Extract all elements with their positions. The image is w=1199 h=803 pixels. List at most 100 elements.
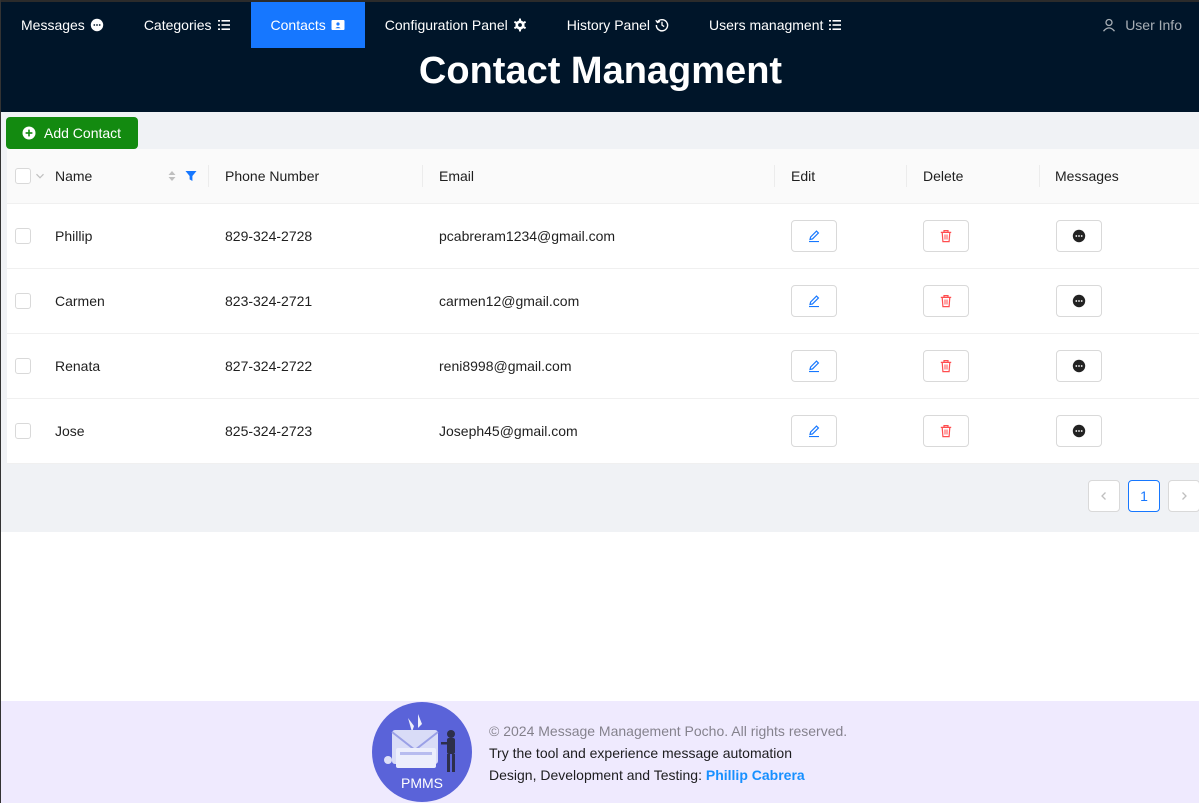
message-button[interactable] xyxy=(1056,350,1102,382)
edit-button[interactable] xyxy=(791,285,837,317)
nav-item-contacts[interactable]: Contacts xyxy=(250,2,365,48)
row-checkbox[interactable] xyxy=(15,423,31,439)
pencil-icon xyxy=(809,230,820,243)
column-header-email: Email xyxy=(439,168,475,184)
column-separator xyxy=(774,165,775,187)
footer-text-block: © 2024 Message Management Pocho. All rig… xyxy=(489,720,847,786)
delete-button[interactable] xyxy=(923,350,969,382)
column-header-name[interactable]: Name xyxy=(55,149,92,203)
table-row: Phillip 829-324-2728 pcabreram1234@gmail… xyxy=(7,204,1199,269)
trash-icon xyxy=(940,360,952,373)
pencil-icon xyxy=(809,425,820,438)
delete-button[interactable] xyxy=(923,415,969,447)
edit-button[interactable] xyxy=(791,220,837,252)
column-separator xyxy=(906,165,907,187)
sort-control[interactable] xyxy=(167,149,177,203)
edit-button[interactable] xyxy=(791,415,837,447)
column-header-edit: Edit xyxy=(791,168,816,184)
column-separator xyxy=(422,165,423,187)
add-contact-button[interactable]: Add Contact xyxy=(6,117,138,149)
main-nav: Messages Categories Contacts Configurati… xyxy=(1,2,1199,48)
chevron-down-icon[interactable] xyxy=(35,171,45,181)
user-info-menu[interactable]: User Info xyxy=(1102,2,1182,48)
chevron-right-icon xyxy=(1182,492,1187,500)
contacts-table: Name Phone Number Email Edit Delete Mess… xyxy=(7,149,1199,464)
pmms-logo: PMMS xyxy=(372,702,472,802)
column-header-delete: Delete xyxy=(923,168,964,184)
nav-item-label: Users managment xyxy=(709,17,824,33)
top-bar: Messages Categories Contacts Configurati… xyxy=(1,0,1199,112)
edit-button[interactable] xyxy=(791,350,837,382)
contact-email: carmen12@gmail.com xyxy=(439,293,580,309)
contact-phone: 829-324-2728 xyxy=(225,228,313,244)
plus-circle-icon xyxy=(22,126,36,140)
row-checkbox[interactable] xyxy=(15,228,31,244)
trash-icon xyxy=(940,295,952,308)
contact-name: Phillip xyxy=(55,228,93,244)
page-title: Contact Managment xyxy=(418,50,783,92)
contact-name: Renata xyxy=(55,358,101,374)
nav-item-label: Categories xyxy=(143,17,212,33)
page-number-button[interactable]: 1 xyxy=(1128,480,1160,512)
message-bubble-icon xyxy=(1072,294,1086,308)
nav-item-categories[interactable]: Categories xyxy=(124,2,251,48)
select-all-checkbox[interactable] xyxy=(15,168,31,184)
table-header-row: Name Phone Number Email Edit Delete Mess… xyxy=(7,149,1199,204)
contact-email: Joseph45@gmail.com xyxy=(439,423,578,439)
column-header-phone: Phone Number xyxy=(225,168,320,184)
gear-icon xyxy=(513,18,526,32)
delete-button[interactable] xyxy=(923,220,969,252)
content-area: Add Contact Name Phone Number Email Edit… xyxy=(1,112,1199,532)
nav-item-label: Messages xyxy=(21,17,85,33)
message-button[interactable] xyxy=(1056,220,1102,252)
message-button[interactable] xyxy=(1056,415,1102,447)
next-page-button[interactable] xyxy=(1168,480,1199,512)
contact-name: Jose xyxy=(55,423,85,439)
nav-item-label: Configuration Panel xyxy=(384,17,508,33)
logo-text: PMMS xyxy=(401,775,443,791)
footer-author-link[interactable]: Phillip Cabrera xyxy=(706,767,805,783)
contact-name: Carmen xyxy=(55,293,105,309)
message-bubble-icon xyxy=(90,18,104,32)
footer-credits: Design, Development and Testing: Phillip… xyxy=(489,764,847,786)
contact-email: reni8998@gmail.com xyxy=(439,358,572,374)
message-bubble-icon xyxy=(1072,424,1086,438)
pagination: 1 xyxy=(1088,480,1199,512)
pencil-icon xyxy=(809,295,820,308)
nav-item-configuration-panel[interactable]: Configuration Panel xyxy=(365,2,547,48)
user-icon xyxy=(1103,18,1116,32)
table-row: Renata 827-324-2722 reni8998@gmail.com xyxy=(7,334,1199,399)
history-icon xyxy=(655,18,669,32)
add-contact-label: Add Contact xyxy=(44,125,122,141)
nav-item-messages[interactable]: Messages xyxy=(1,2,124,48)
pencil-icon xyxy=(809,360,820,373)
sort-icon xyxy=(168,171,176,181)
footer: PMMS © 2024 Message Management Pocho. Al… xyxy=(1,701,1199,803)
trash-icon xyxy=(940,230,952,243)
row-checkbox[interactable] xyxy=(15,293,31,309)
nav-item-users-management[interactable]: Users managment xyxy=(689,2,862,48)
footer-tagline: Try the tool and experience message auto… xyxy=(489,745,792,761)
footer-credits-prefix: Design, Development and Testing: xyxy=(489,767,706,783)
trash-icon xyxy=(940,425,952,438)
footer-copyright: © 2024 Message Management Pocho. All rig… xyxy=(489,723,848,739)
prev-page-button[interactable] xyxy=(1088,480,1120,512)
message-bubble-icon xyxy=(1072,359,1086,373)
list-icon xyxy=(217,20,230,30)
filter-control[interactable] xyxy=(185,149,197,203)
chevron-left-icon xyxy=(1101,492,1106,500)
contact-phone: 823-324-2721 xyxy=(225,293,313,309)
user-info-label: User Info xyxy=(1125,17,1182,33)
nav-item-history-panel[interactable]: History Panel xyxy=(547,2,689,48)
contact-card-icon xyxy=(331,20,345,30)
nav-item-label: Contacts xyxy=(270,17,326,33)
select-all-area xyxy=(15,149,45,203)
column-separator xyxy=(1039,165,1040,187)
contact-email: pcabreram1234@gmail.com xyxy=(439,228,616,244)
message-bubble-icon xyxy=(1072,229,1086,243)
table-row: Carmen 823-324-2721 carmen12@gmail.com xyxy=(7,269,1199,334)
message-button[interactable] xyxy=(1056,285,1102,317)
row-checkbox[interactable] xyxy=(15,358,31,374)
list-icon xyxy=(829,20,842,30)
delete-button[interactable] xyxy=(923,285,969,317)
